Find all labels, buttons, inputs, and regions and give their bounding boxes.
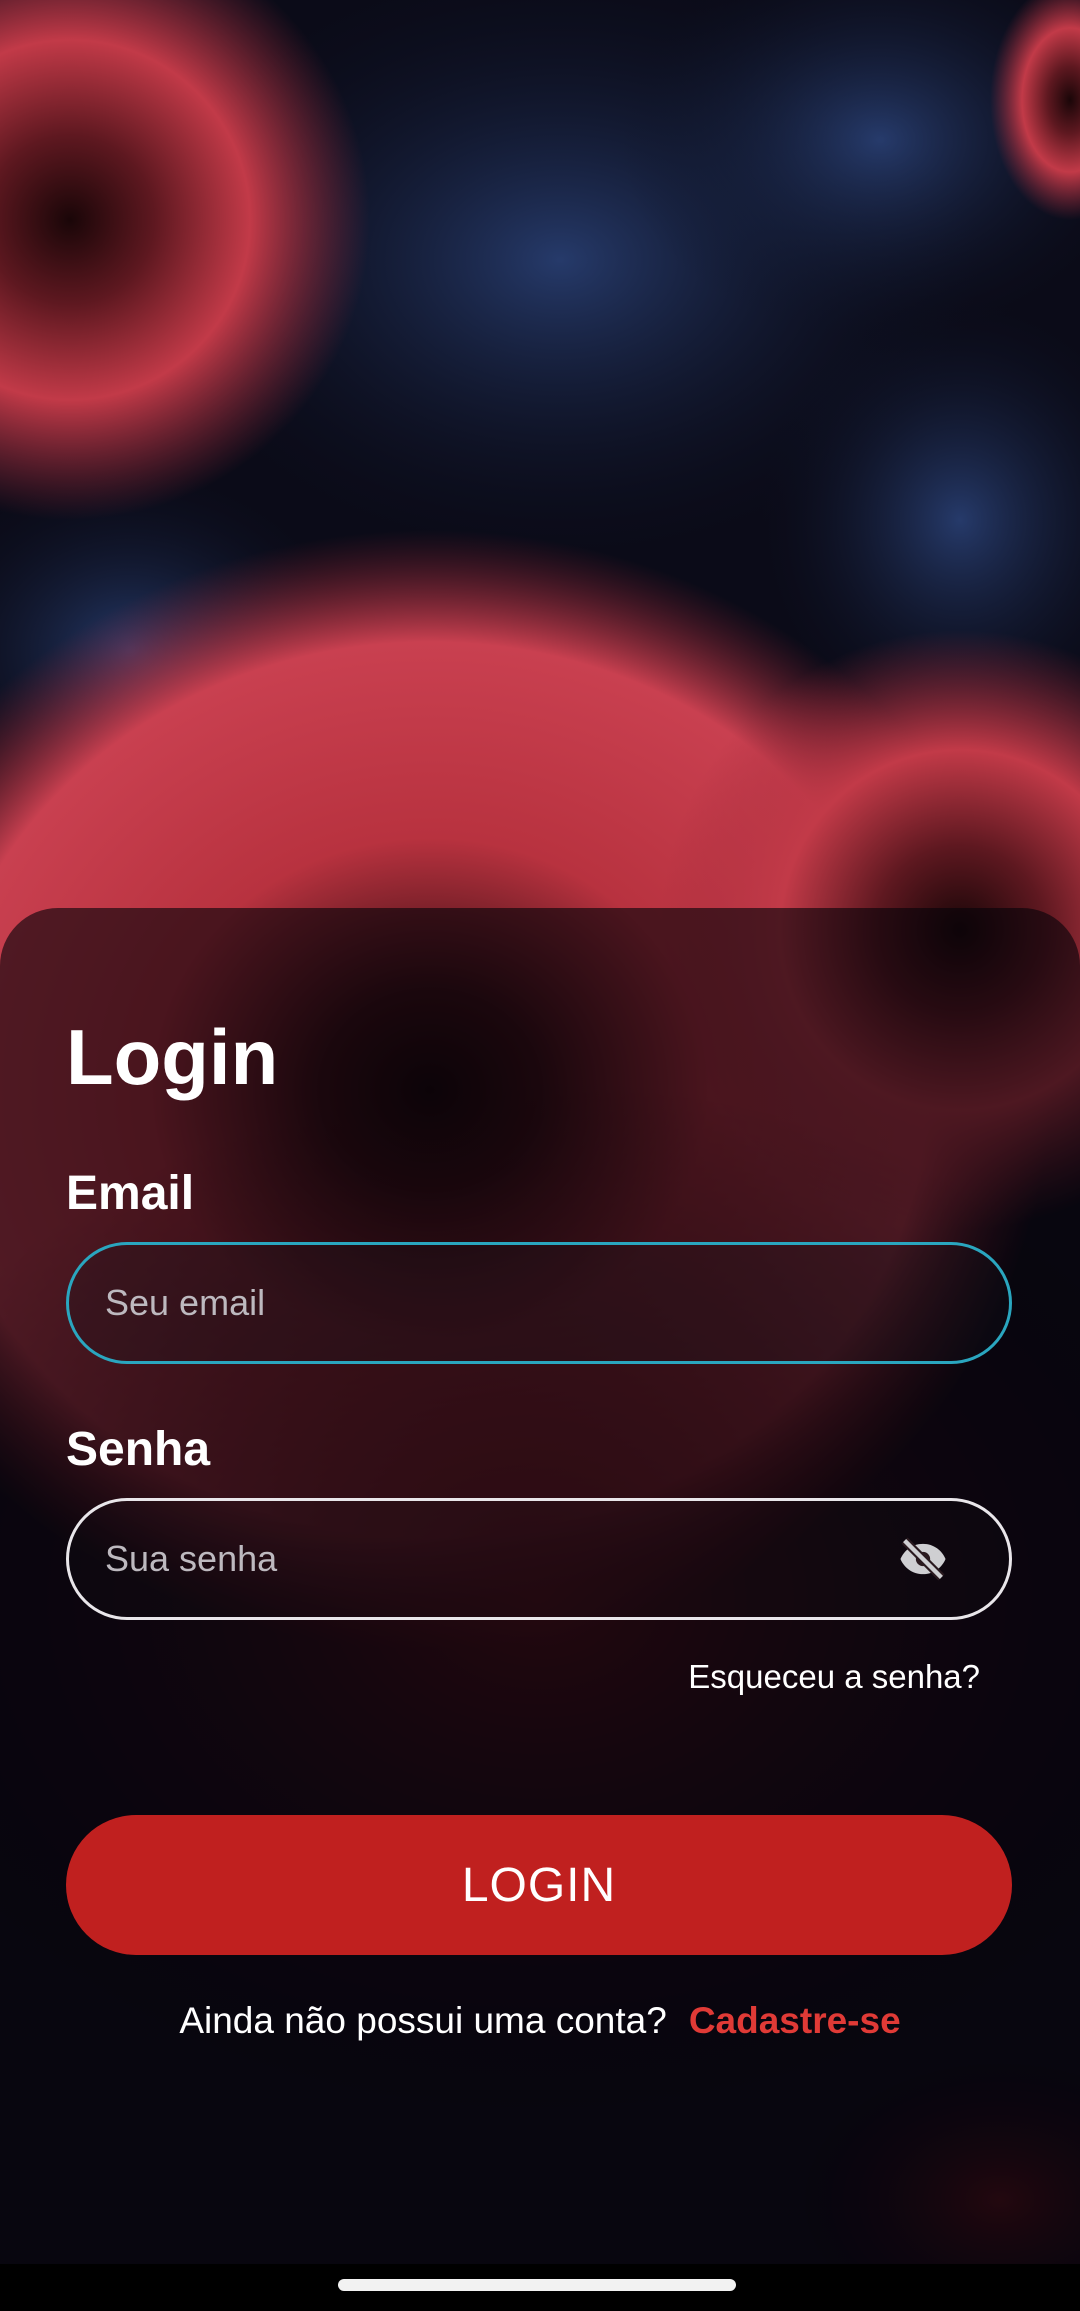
email-input[interactable] <box>103 1281 975 1325</box>
password-input[interactable] <box>103 1537 895 1581</box>
forgot-password-link[interactable]: Esqueceu a senha? <box>688 1660 980 1693</box>
login-button[interactable]: LOGIN <box>66 1815 1012 1955</box>
signup-prompt: Ainda não possui uma conta? <box>179 2000 667 2041</box>
email-field-container[interactable] <box>66 1242 1012 1364</box>
page-title: Login <box>66 1013 279 1101</box>
password-label: Senha <box>66 1423 211 1476</box>
home-indicator[interactable] <box>338 2279 736 2291</box>
signup-row: Ainda não possui uma conta? Cadastre-se <box>0 2000 1080 2042</box>
eye-off-icon[interactable] <box>895 1531 951 1587</box>
email-label: Email <box>66 1167 195 1220</box>
login-screen: Login Email Senha Esqueceu a senha? LOGI… <box>0 0 1080 2311</box>
password-field-container[interactable] <box>66 1498 1012 1620</box>
signup-link[interactable]: Cadastre-se <box>689 2000 901 2042</box>
